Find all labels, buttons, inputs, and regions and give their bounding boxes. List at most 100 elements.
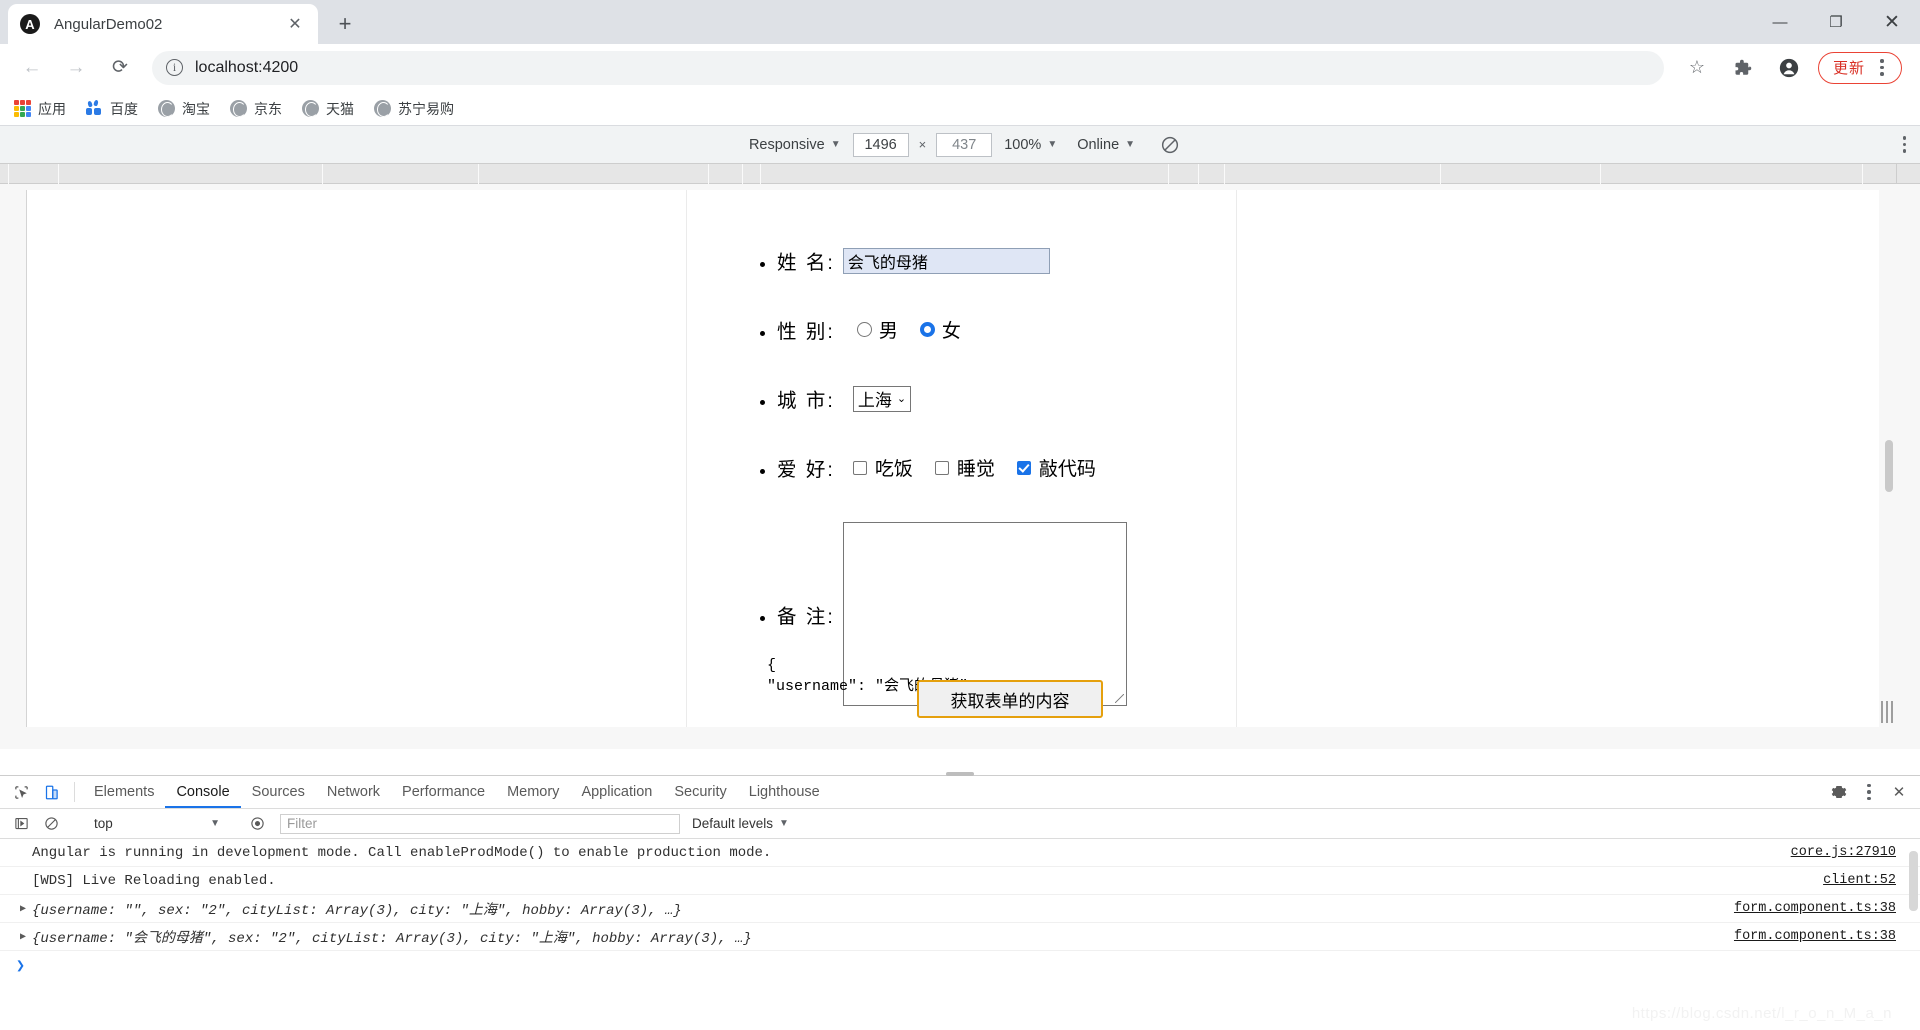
bookmark-star-icon[interactable]: ☆ [1680,51,1714,85]
viewport-width-input[interactable]: 1496 [852,132,909,157]
viewport-ruler [0,164,1920,184]
console-prompt-caret: ❯ [16,957,26,975]
remark-label: 备 注: [777,605,835,628]
tab-sources[interactable]: Sources [241,776,316,808]
forward-icon[interactable]: → [59,51,93,85]
execute-icon[interactable] [6,816,36,831]
bookmark-label: 京东 [254,100,282,117]
console-message-text: {username: "", sex: "2", cityList: Array… [32,902,682,919]
apps-grid-icon [14,100,31,117]
inspect-icon[interactable] [6,776,36,808]
console-filter-input[interactable]: Filter [280,813,680,834]
device-toggle-icon[interactable] [36,776,66,808]
bookmark-label: 应用 [38,100,66,117]
source-link[interactable]: form.component.ts:38 [1734,901,1912,916]
profile-account-icon[interactable] [1772,51,1806,85]
source-link[interactable]: core.js:27910 [1791,845,1912,860]
zoom-select[interactable]: 100% ▼ [1004,137,1057,153]
eye-icon[interactable] [242,816,272,831]
kebab-icon[interactable] [1854,783,1884,801]
minimize-icon[interactable]: — [1752,0,1808,44]
city-select-value: 上海 [857,391,892,410]
tab-memory[interactable]: Memory [496,776,570,808]
tab-lighthouse[interactable]: Lighthouse [738,776,831,808]
viewport-resize-handle[interactable] [1881,701,1893,723]
bookmark-taobao[interactable]: 淘宝 [158,99,210,119]
tab-application[interactable]: Application [570,776,663,808]
console-message-row[interactable]: [WDS] Live Reloading enabled. client:52 [0,867,1920,895]
console-scrollbar-thumb[interactable] [1909,851,1918,911]
submit-button[interactable]: 获取表单的内容 [917,680,1103,718]
hobby-label: 爱 好: [777,459,835,481]
network-throttle-select[interactable]: Online ▼ [1077,137,1135,153]
kebab-icon[interactable] [1869,59,1895,76]
chevron-down-icon: ▼ [210,818,220,829]
chevron-down-icon: ▼ [779,818,789,829]
gear-icon[interactable] [1824,784,1854,800]
dimension-separator: × [918,137,927,152]
reload-icon[interactable]: ⟳ [103,51,137,85]
clear-console-icon[interactable] [36,816,66,831]
close-icon[interactable]: ✕ [1884,783,1914,801]
context-select[interactable]: top ▼ [89,814,225,834]
url-text: localhost:4200 [195,58,299,76]
tab-network[interactable]: Network [316,776,391,808]
close-icon[interactable]: ✕ [284,13,306,35]
bookmark-baidu[interactable]: 百度 [86,99,138,119]
console-message-row[interactable]: Angular is running in development mode. … [0,839,1920,867]
maximize-icon[interactable]: ❐ [1808,0,1864,44]
page-viewport-area: 姓 名: 会飞的母猪 性 别: 男 女 城 [0,184,1920,749]
device-toolbar: Responsive ▼ 1496 × 437 100% ▼ Online ▼ [0,126,1920,164]
checkbox-eat[interactable] [852,460,867,475]
divider [74,782,75,802]
rotate-icon[interactable] [1159,134,1181,156]
checkbox-code[interactable] [1016,460,1031,475]
bookmark-suning[interactable]: 苏宁易购 [374,99,454,119]
bookmark-jd[interactable]: 京东 [230,99,282,119]
device-toolbar-kebab-icon[interactable] [1902,136,1906,153]
page-scrollbar[interactable] [1879,190,1895,727]
checkbox-sleep[interactable] [934,460,949,475]
watermark-text: https://blog.csdn.net/l_r_o_n_M_a_n [1631,1005,1892,1022]
devtools-resize-handle[interactable] [946,772,974,776]
console-prompt[interactable]: ❯ [0,951,1920,979]
devtools-tabbar: Elements Console Sources Network Perform… [0,776,1920,809]
tab-security[interactable]: Security [663,776,737,808]
log-levels-select[interactable]: Default levels ▼ [692,816,789,831]
name-label: 姓 名: [777,252,835,274]
globe-icon [374,100,391,117]
username-input[interactable]: 会飞的母猪 [842,247,1050,274]
toolbar-actions: ☆ 更新 [1674,51,1910,85]
console-filter-bar: top ▼ Filter Default levels ▼ [0,809,1920,839]
tab-console[interactable]: Console [165,776,240,808]
radio-male[interactable] [856,322,872,337]
source-link[interactable]: form.component.ts:38 [1734,929,1912,944]
update-button[interactable]: 更新 [1817,51,1902,84]
form-row-sex: 性 别: 男 女 [777,315,1127,344]
tab-elements[interactable]: Elements [83,776,165,808]
site-info-icon[interactable]: i [166,59,183,76]
console-message-row[interactable]: ▶ {username: "", sex: "2", cityList: Arr… [0,895,1920,923]
form-row-hobby: 爱 好: 吃饭 睡觉 敲代码 [777,453,1127,482]
extensions-puzzle-icon[interactable] [1726,51,1760,85]
viewport-height-input[interactable]: 437 [936,132,993,157]
console-message-row[interactable]: ▶ {username: "会飞的母猪", sex: "2", cityList… [0,923,1920,951]
back-icon[interactable]: ← [15,51,49,85]
resize-grip-icon[interactable] [1114,694,1124,703]
page-scrollbar-thumb[interactable] [1885,440,1893,492]
city-select[interactable]: 上海 ⌄ [852,385,912,412]
tab-performance[interactable]: Performance [391,776,496,808]
new-tab-button[interactable]: + [328,7,362,41]
source-link[interactable]: client:52 [1823,873,1912,888]
radio-female[interactable] [919,322,935,337]
window-close-icon[interactable]: ✕ [1864,0,1920,44]
tab-title: AngularDemo02 [54,15,163,33]
device-select[interactable]: Responsive ▼ [749,137,841,153]
address-bar[interactable]: i localhost:4200 [152,50,1664,85]
browser-tab[interactable]: A AngularDemo02 ✕ [8,4,318,44]
bookmark-label: 淘宝 [182,100,210,117]
expand-arrow-icon[interactable]: ▶ [20,903,26,915]
bookmark-apps[interactable]: 应用 [14,99,66,119]
expand-arrow-icon[interactable]: ▶ [20,931,26,943]
bookmark-tmall[interactable]: 天猫 [302,99,354,119]
